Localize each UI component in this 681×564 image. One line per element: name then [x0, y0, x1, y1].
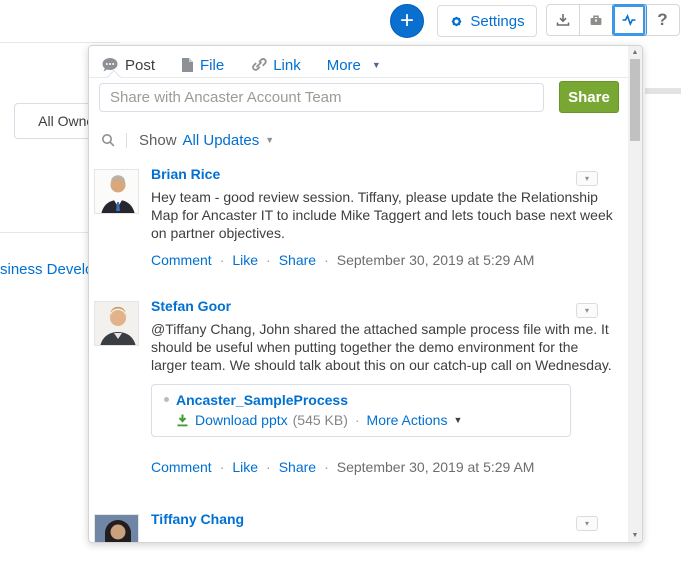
file-icon — [181, 57, 194, 73]
more-caret-icon: ▼ — [372, 60, 381, 70]
tab-link-label: Link — [273, 57, 301, 74]
comment-link[interactable]: Comment — [151, 459, 212, 475]
feed-post-stefan-goor: Stefan Goor ▾ @Tiffany Chang, John share… — [89, 301, 630, 481]
avatar-brian-rice[interactable] — [94, 169, 139, 214]
attachment-title-link[interactable]: Ancaster_SampleProcess — [176, 392, 348, 408]
download-icon — [555, 12, 571, 28]
dot-separator: · — [266, 459, 271, 475]
share-button[interactable]: Share — [559, 81, 619, 113]
help-icon: ? — [657, 10, 667, 30]
post-timestamp: September 30, 2019 at 5:29 AM — [337, 459, 535, 475]
post-body-line: @Tiffany Chang, John shared the attached… — [151, 320, 609, 338]
avatar-stefan-goor[interactable] — [94, 301, 139, 346]
dot-separator: · — [324, 459, 329, 475]
download-arrow-icon — [176, 414, 189, 427]
feed-popup: Post File L — [88, 45, 643, 543]
tab-file[interactable]: File — [181, 57, 224, 74]
like-link[interactable]: Like — [232, 459, 258, 475]
post-timestamp: September 30, 2019 at 5:29 AM — [337, 252, 535, 268]
activity-feed-button[interactable] — [613, 5, 646, 35]
feed-filter-row: Show All Updates ▼ — [101, 131, 274, 149]
feed-post-tiffany-chang: Tiffany Chang ▾ — [89, 514, 630, 543]
scroll-down-icon[interactable]: ▼ — [628, 529, 642, 542]
share-link[interactable]: Share — [279, 252, 316, 268]
tab-post[interactable]: Post — [101, 57, 155, 74]
post-author[interactable]: Tiffany Chang — [151, 511, 244, 527]
toolbox-icon — [588, 12, 604, 28]
tab-file-label: File — [200, 57, 224, 74]
attachment-card[interactable]: Ancaster_SampleProcess Download pptx (54… — [151, 384, 571, 437]
dot-separator: · — [266, 252, 271, 268]
dot-separator: · — [220, 252, 225, 268]
search-icon[interactable] — [101, 133, 116, 148]
gear-icon — [449, 14, 464, 29]
tab-more[interactable]: More ▼ — [327, 57, 381, 74]
comment-link[interactable]: Comment — [151, 252, 212, 268]
download-pptx-link[interactable]: Download pptx — [195, 412, 288, 428]
post-bubble-icon — [101, 57, 119, 73]
tab-post-label: Post — [125, 57, 155, 74]
help-button[interactable]: ? — [646, 5, 679, 35]
feed-filter-value[interactable]: All Updates — [183, 132, 260, 149]
avatar-tiffany-chang[interactable] — [94, 514, 139, 543]
page-fragment-band — [645, 88, 681, 94]
scrollbar-thumb[interactable] — [630, 59, 640, 141]
download-button[interactable] — [547, 5, 580, 35]
activity-pulse-icon — [621, 12, 637, 28]
show-label: Show — [139, 132, 177, 149]
tabs-divider — [89, 77, 630, 78]
like-link[interactable]: Like — [232, 252, 258, 268]
attachment-bullet-icon — [164, 397, 169, 402]
tab-link[interactable]: Link — [250, 57, 301, 74]
publisher-tabs: Post File L — [101, 54, 381, 76]
feed-post-brian-rice: Brian Rice ▾ Hey team - good review sess… — [89, 169, 630, 279]
settings-button[interactable]: Settings — [437, 5, 537, 37]
post-author[interactable]: Brian Rice — [151, 166, 220, 182]
scroll-up-icon[interactable]: ▲ — [628, 46, 642, 59]
link-chain-icon — [250, 57, 267, 73]
share-post-input[interactable] — [99, 83, 544, 112]
post-body-line: on partner objectives. — [151, 224, 285, 242]
business-development-link[interactable]: siness Develop — [0, 261, 102, 278]
post-body-line: larger team. We should talk about this o… — [151, 356, 612, 374]
post-author[interactable]: Stefan Goor — [151, 298, 231, 314]
toolbox-button[interactable] — [580, 5, 613, 35]
dot-separator: · — [355, 412, 360, 428]
file-size: (545 KB) — [293, 412, 348, 428]
post-menu-button[interactable]: ▾ — [576, 303, 598, 318]
page-divider-top — [0, 42, 120, 43]
post-actions: Comment · Like · Share · September 30, 2… — [151, 252, 534, 268]
attachment-actions-row: Download pptx (545 KB) · More Actions ▼ — [176, 412, 462, 428]
post-menu-button[interactable]: ▾ — [576, 516, 598, 531]
post-body-line: should be useful when putting together t… — [151, 338, 578, 356]
dot-separator: · — [324, 252, 329, 268]
more-actions-link[interactable]: More Actions — [367, 412, 448, 428]
tab-more-label: More — [327, 57, 361, 74]
popup-scrollbar[interactable]: ▲ ▼ — [628, 46, 642, 542]
screen: All Owners siness Develop + Settings — [0, 0, 681, 564]
utility-icon-group: ? — [546, 4, 680, 36]
post-actions: Comment · Like · Share · September 30, 2… — [151, 459, 534, 475]
settings-label: Settings — [470, 13, 524, 30]
filter-caret-icon[interactable]: ▼ — [265, 135, 274, 145]
add-button[interactable]: + — [390, 4, 424, 38]
post-body-line: Hey team - good review session. Tiffany,… — [151, 188, 598, 206]
more-actions-caret-icon[interactable]: ▼ — [453, 415, 462, 425]
post-body-line: Map for Ancaster IT to include Mike Tagg… — [151, 206, 613, 224]
share-link[interactable]: Share — [279, 459, 316, 475]
post-menu-button[interactable]: ▾ — [576, 171, 598, 186]
dot-separator: · — [220, 459, 225, 475]
filter-divider — [126, 133, 127, 148]
